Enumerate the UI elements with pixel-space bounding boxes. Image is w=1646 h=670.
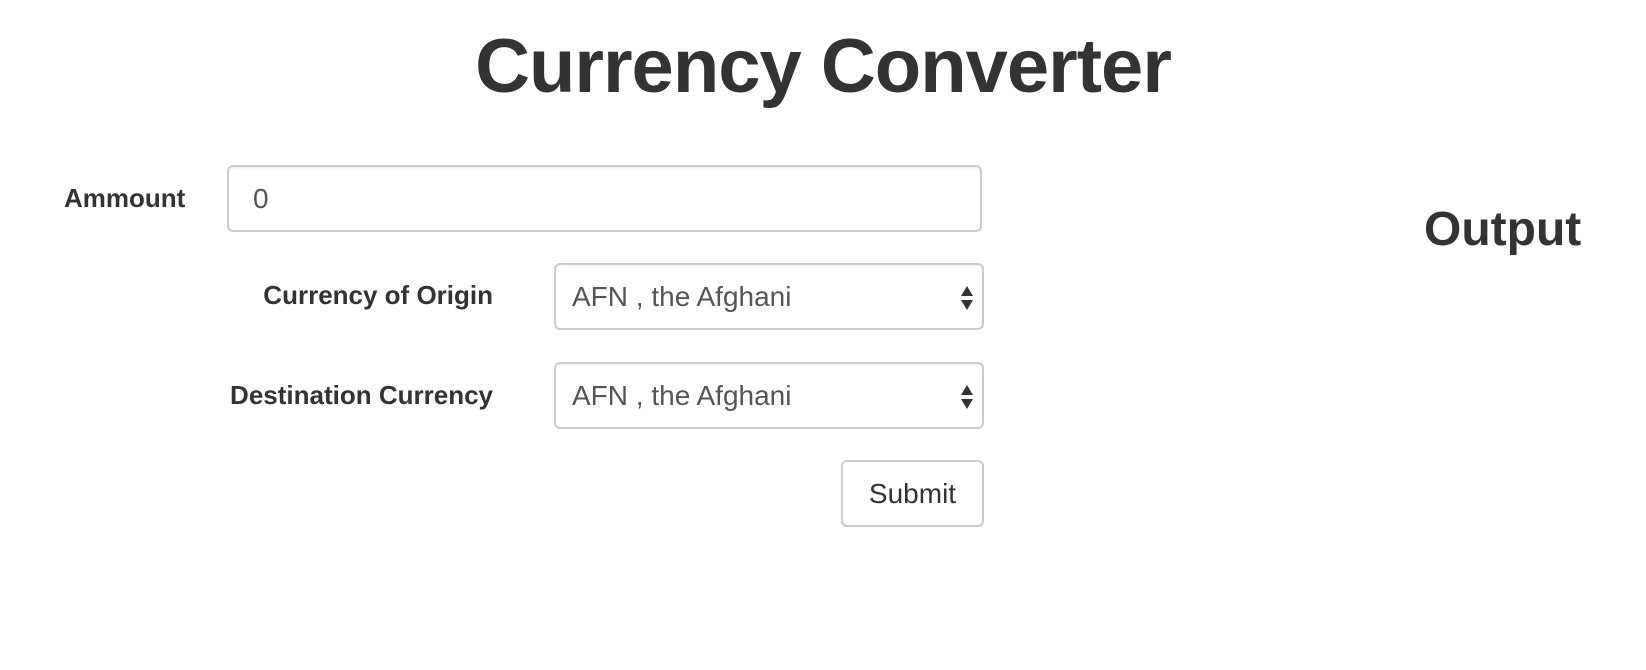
destination-currency-selected-value: AFN , the Afghani — [572, 380, 792, 411]
submit-button[interactable]: Submit — [841, 460, 984, 527]
currency-of-origin-label: Currency of Origin — [263, 280, 493, 310]
amount-label: Ammount — [64, 183, 186, 213]
page-title: Currency Converter — [475, 24, 1172, 109]
output-heading: Output — [1424, 203, 1582, 256]
currency-of-origin-selected-value: AFN , the Afghani — [572, 281, 792, 312]
currency-of-origin-select[interactable]: AFN , the Afghani — [554, 263, 984, 330]
amount-input[interactable] — [227, 165, 982, 232]
currency-converter-page: Currency Converter Ammount Currency of O… — [0, 0, 1646, 670]
up-down-caret-icon — [960, 285, 974, 311]
up-down-caret-icon — [960, 384, 974, 410]
destination-currency-label: Destination Currency — [230, 380, 493, 410]
destination-currency-select[interactable]: AFN , the Afghani — [554, 362, 984, 429]
